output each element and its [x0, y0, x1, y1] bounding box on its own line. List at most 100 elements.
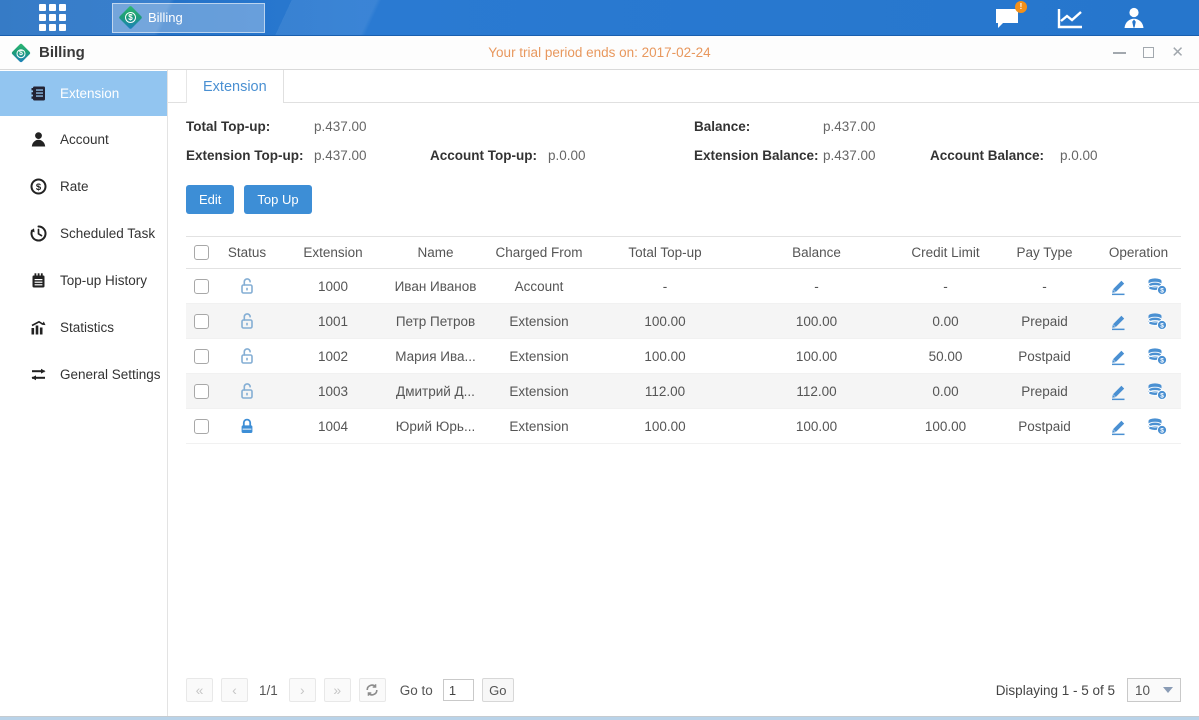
- refresh-icon[interactable]: [359, 678, 386, 702]
- main-panel: Extension Total Top-up:p.437.00 Balance:…: [168, 70, 1199, 716]
- charged-from-cell: Extension: [483, 304, 595, 339]
- col-charged-from: Charged From: [483, 237, 595, 269]
- sidebar-item-scheduled-task[interactable]: Scheduled Task: [0, 210, 167, 257]
- edit-row-icon[interactable]: [1109, 417, 1128, 436]
- next-page-button[interactable]: ›: [289, 678, 316, 702]
- svg-text:$: $: [1161, 427, 1165, 434]
- row-checkbox[interactable]: [194, 314, 209, 329]
- go-button[interactable]: Go: [482, 678, 514, 702]
- row-checkbox[interactable]: [194, 279, 209, 294]
- last-page-button[interactable]: »: [324, 678, 351, 702]
- extension-cell: 1004: [278, 409, 388, 444]
- pay-type-cell: Postpaid: [993, 339, 1096, 374]
- name-cell: Петр Петров: [388, 304, 483, 339]
- row-checkbox[interactable]: [194, 384, 209, 399]
- tab-extension[interactable]: Extension: [186, 70, 284, 103]
- taskbar-tab-billing[interactable]: $ Billing: [112, 3, 265, 33]
- sidebar-item-label: Account: [60, 132, 109, 147]
- edit-row-icon[interactable]: [1109, 347, 1128, 366]
- displaying-text: Displaying 1 - 5 of 5: [996, 683, 1115, 698]
- minimize-button[interactable]: [1113, 52, 1126, 54]
- notebook-icon: [30, 272, 47, 289]
- row-checkbox[interactable]: [194, 419, 209, 434]
- edit-row-icon[interactable]: [1109, 277, 1128, 296]
- topup-row-icon[interactable]: $: [1147, 417, 1168, 436]
- col-name: Name: [388, 237, 483, 269]
- total-topup-cell: -: [595, 269, 735, 304]
- credit-limit-cell: 0.00: [898, 374, 993, 409]
- tabstrip: Extension: [168, 70, 1199, 103]
- name-cell: Мария Ива...: [388, 339, 483, 374]
- credit-limit-cell: -: [898, 269, 993, 304]
- reports-chart-icon[interactable]: [1057, 7, 1084, 29]
- status-unlocked-icon[interactable]: [237, 311, 257, 331]
- charged-from-cell: Account: [483, 269, 595, 304]
- table-body: 1000 Иван Иванов Account - - - -: [186, 269, 1181, 444]
- account-balance-label: Account Balance:: [930, 148, 1060, 163]
- ledger-icon: [30, 85, 47, 102]
- sidebar-item-rate[interactable]: $ Rate: [0, 163, 167, 210]
- extension-cell: 1003: [278, 374, 388, 409]
- status-locked-icon[interactable]: [237, 416, 257, 436]
- taskbar-tab-label: Billing: [148, 10, 183, 25]
- svg-text:$: $: [1161, 322, 1165, 329]
- row-checkbox[interactable]: [194, 349, 209, 364]
- status-unlocked-icon[interactable]: [237, 381, 257, 401]
- svg-text:$: $: [1161, 392, 1165, 399]
- col-credit-limit: Credit Limit: [898, 237, 993, 269]
- credit-limit-cell: 0.00: [898, 304, 993, 339]
- edit-button[interactable]: Edit: [186, 185, 234, 214]
- page-size-value: 10: [1135, 683, 1150, 698]
- sidebar-item-extension[interactable]: Extension: [0, 71, 167, 116]
- extension-cell: 1000: [278, 269, 388, 304]
- close-button[interactable]: ✕: [1171, 45, 1184, 60]
- prev-page-button[interactable]: ‹: [221, 678, 248, 702]
- window-bottom-edge: [0, 716, 1199, 720]
- window-billing-icon: $: [11, 43, 31, 63]
- messages-icon[interactable]: !: [994, 7, 1020, 29]
- topup-row-icon[interactable]: $: [1147, 277, 1168, 296]
- goto-page-input[interactable]: [443, 679, 474, 701]
- topup-row-icon[interactable]: $: [1147, 347, 1168, 366]
- table-row: 1002 Мария Ива... Extension 100.00 100.0…: [186, 339, 1181, 374]
- topup-row-icon[interactable]: $: [1147, 382, 1168, 401]
- user-account-icon[interactable]: [1121, 6, 1147, 29]
- summary-section: Total Top-up:p.437.00 Balance:p.437.00 E…: [168, 103, 1199, 163]
- maximize-button[interactable]: [1143, 47, 1154, 58]
- name-cell: Юрий Юрь...: [388, 409, 483, 444]
- table-row: 1004 Юрий Юрь... Extension 100.00 100.00…: [186, 409, 1181, 444]
- svg-text:$: $: [36, 182, 42, 193]
- total-topup-cell: 100.00: [595, 339, 735, 374]
- charged-from-cell: Extension: [483, 339, 595, 374]
- billing-app-icon: $: [118, 5, 142, 29]
- window-title: Billing: [39, 44, 85, 61]
- topup-row-icon[interactable]: $: [1147, 312, 1168, 331]
- total-topup-cell: 100.00: [595, 304, 735, 339]
- select-all-checkbox[interactable]: [194, 245, 209, 260]
- sidebar-item-general-settings[interactable]: General Settings: [0, 351, 167, 398]
- sliders-icon: [30, 366, 47, 383]
- dollar-circle-icon: $: [30, 178, 47, 195]
- status-unlocked-icon[interactable]: [237, 346, 257, 366]
- status-unlocked-icon[interactable]: [237, 276, 257, 296]
- apps-grid-icon[interactable]: [39, 4, 66, 31]
- person-icon: [30, 131, 47, 148]
- pay-type-cell: Postpaid: [993, 409, 1096, 444]
- sidebar-item-statistics[interactable]: Statistics: [0, 304, 167, 351]
- balance-label: Balance:: [694, 119, 823, 134]
- svg-text:$: $: [1161, 287, 1165, 294]
- charged-from-cell: Extension: [483, 374, 595, 409]
- col-pay-type: Pay Type: [993, 237, 1096, 269]
- sidebar-item-topup-history[interactable]: Top-up History: [0, 257, 167, 304]
- col-extension: Extension: [278, 237, 388, 269]
- sidebar-item-account[interactable]: Account: [0, 116, 167, 163]
- svg-text:$: $: [1161, 357, 1165, 364]
- edit-row-icon[interactable]: [1109, 312, 1128, 331]
- statistics-icon: [30, 319, 47, 336]
- edit-row-icon[interactable]: [1109, 382, 1128, 401]
- top-up-button[interactable]: Top Up: [244, 185, 311, 214]
- first-page-button[interactable]: «: [186, 678, 213, 702]
- credit-limit-cell: 50.00: [898, 339, 993, 374]
- page-size-select[interactable]: 10: [1127, 678, 1181, 702]
- pay-type-cell: Prepaid: [993, 374, 1096, 409]
